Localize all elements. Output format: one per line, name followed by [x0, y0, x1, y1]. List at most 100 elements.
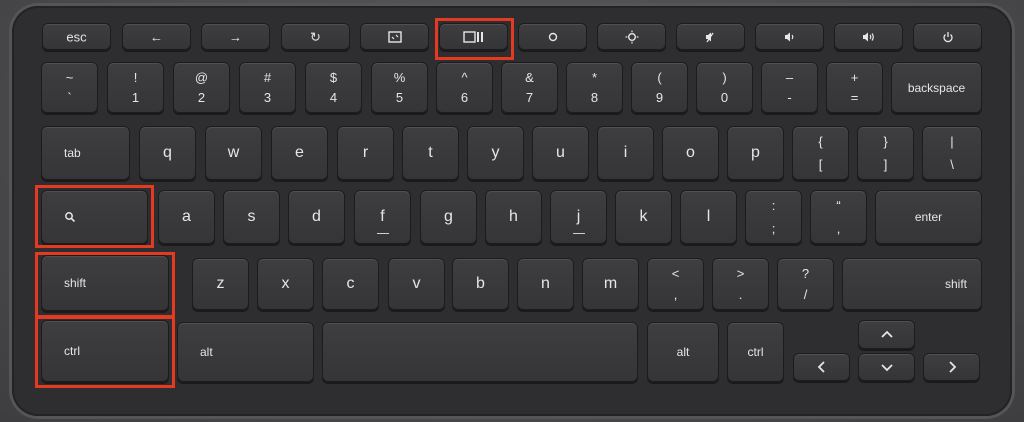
arrow-right-key[interactable]	[923, 353, 980, 381]
key-d[interactable]: d	[288, 190, 345, 244]
key-label: b	[476, 275, 485, 292]
key-h[interactable]: h	[485, 190, 542, 244]
key-bottom-label: 6	[460, 90, 469, 105]
key-n[interactable]: n	[517, 258, 574, 310]
left-shift-key[interactable]: shift	[41, 255, 169, 311]
key-e[interactable]: e	[271, 126, 328, 180]
key-label: d	[312, 208, 321, 225]
key-label: g	[444, 208, 453, 225]
search-key[interactable]	[41, 190, 148, 244]
power-icon	[942, 31, 953, 42]
slash-key[interactable]: ? /	[777, 258, 834, 310]
enter-key[interactable]: enter	[875, 190, 982, 244]
esc-key[interactable]: esc	[42, 23, 111, 50]
key-j[interactable]: j	[550, 190, 607, 244]
volume-down-key[interactable]	[755, 23, 824, 50]
key-7[interactable]: & 7	[501, 62, 558, 113]
brightness-up-key[interactable]	[597, 23, 666, 50]
overview-key[interactable]	[439, 23, 508, 50]
key-top-label: :	[771, 198, 776, 213]
key-label: c	[346, 275, 355, 292]
forward-arrow-icon: →	[229, 29, 242, 44]
key-top-label: )	[722, 70, 727, 85]
forward-key[interactable]: →	[201, 23, 270, 50]
key-bottom-label: 8	[590, 90, 599, 105]
key-bottom-label: ;	[771, 221, 776, 236]
quote-key[interactable]: “ ,	[810, 190, 867, 244]
backspace-key[interactable]: backspace	[891, 62, 982, 113]
key-w[interactable]: w	[205, 126, 262, 180]
key-2[interactable]: @ 2	[173, 62, 230, 113]
refresh-key[interactable]: ↻	[281, 23, 350, 50]
arrow-left-key[interactable]	[793, 353, 850, 381]
key-6[interactable]: ^ 6	[436, 62, 493, 113]
key-top-label: >	[736, 266, 745, 281]
left-bracket-key[interactable]: { [	[792, 126, 849, 180]
key-label: w	[227, 144, 240, 161]
minus-key[interactable]: – -	[761, 62, 818, 113]
key-0[interactable]: ) 0	[696, 62, 753, 113]
key-o[interactable]: o	[662, 126, 719, 180]
right-shift-key[interactable]: shift	[842, 258, 982, 310]
key-top-label: @	[194, 70, 209, 85]
key-1[interactable]: ! 1	[107, 62, 164, 113]
power-key[interactable]	[913, 23, 982, 50]
key-q[interactable]: q	[139, 126, 196, 180]
arrow-up-key[interactable]	[858, 320, 915, 349]
mute-key[interactable]	[676, 23, 745, 50]
key-label: q	[163, 144, 172, 161]
key-g[interactable]: g	[420, 190, 477, 244]
volume-down-icon	[784, 32, 793, 41]
right-bracket-key[interactable]: } ]	[857, 126, 914, 180]
key-k[interactable]: k	[615, 190, 672, 244]
key-x[interactable]: x	[257, 258, 314, 310]
key-l[interactable]: l	[680, 190, 737, 244]
fullscreen-icon	[387, 30, 402, 43]
key-5[interactable]: % 5	[371, 62, 428, 113]
equals-key[interactable]: + =	[826, 62, 883, 113]
key-s[interactable]: s	[223, 190, 280, 244]
key-a[interactable]: a	[158, 190, 215, 244]
key-4[interactable]: $ 4	[305, 62, 362, 113]
arrow-down-key[interactable]	[858, 353, 915, 381]
key-y[interactable]: y	[467, 126, 524, 180]
left-ctrl-key[interactable]: ctrl	[41, 320, 169, 382]
key-label: s	[247, 208, 256, 225]
back-key[interactable]: ←	[122, 23, 191, 50]
key-9[interactable]: ( 9	[631, 62, 688, 113]
key-m[interactable]: m	[582, 258, 639, 310]
key-top-label: #	[263, 70, 272, 85]
key-p[interactable]: p	[727, 126, 784, 180]
semicolon-key[interactable]: : ;	[745, 190, 802, 244]
key-label: r	[362, 144, 369, 161]
key-v[interactable]: v	[388, 258, 445, 310]
key-u[interactable]: u	[532, 126, 589, 180]
left-alt-key[interactable]: alt	[177, 322, 314, 382]
key-t[interactable]: t	[402, 126, 459, 180]
brightness-down-key[interactable]	[518, 23, 587, 50]
right-alt-key[interactable]: alt	[647, 322, 719, 382]
key-3[interactable]: # 3	[239, 62, 296, 113]
key-b[interactable]: b	[452, 258, 509, 310]
fullscreen-key[interactable]	[360, 23, 429, 50]
chromebook-keyboard-photo: esc ← → ↻ ~ ` ! 1 @ 2 # 3 $ 4 % 5 ^ 6 & …	[0, 0, 1024, 422]
key-i[interactable]: i	[597, 126, 654, 180]
space-key[interactable]	[322, 322, 638, 382]
key-c[interactable]: c	[322, 258, 379, 310]
key-8[interactable]: * 8	[566, 62, 623, 113]
backslash-key[interactable]: | \	[922, 126, 982, 180]
key-label: u	[556, 144, 565, 161]
volume-up-key[interactable]	[834, 23, 903, 50]
period-key[interactable]: > .	[712, 258, 769, 310]
tilde-key[interactable]: ~ `	[41, 62, 98, 113]
key-r[interactable]: r	[337, 126, 394, 180]
key-z[interactable]: z	[192, 258, 249, 310]
ctrl-label: ctrl	[64, 344, 80, 358]
right-ctrl-key[interactable]: ctrl	[727, 322, 784, 382]
comma-key[interactable]: < ,	[647, 258, 704, 310]
key-bottom-label: 7	[525, 90, 534, 105]
tab-key[interactable]: tab	[41, 126, 130, 180]
key-bottom-label: ,	[836, 221, 841, 236]
key-f[interactable]: f	[354, 190, 411, 244]
key-top-label: *	[591, 70, 598, 85]
